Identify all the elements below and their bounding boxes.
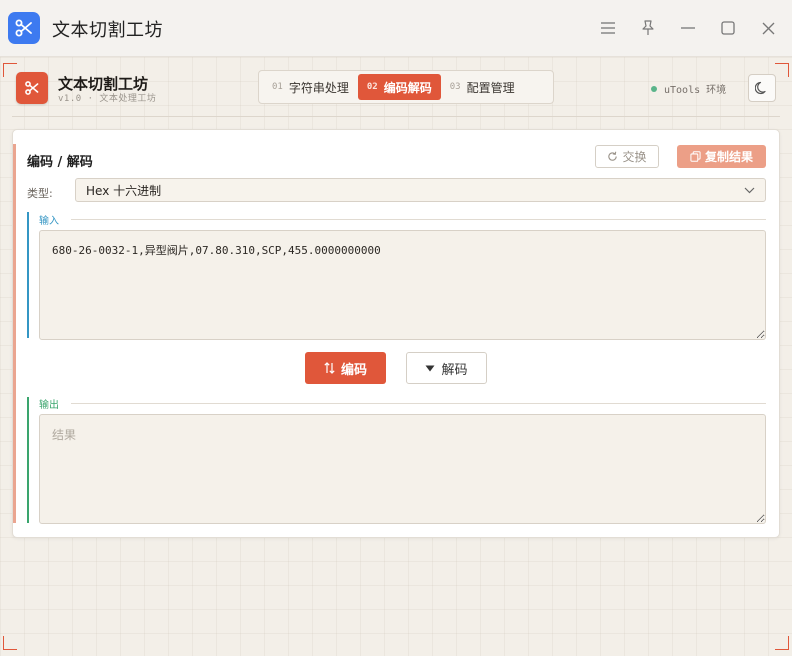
header-divider <box>12 116 780 117</box>
chevron-down-icon <box>744 187 755 193</box>
main-tabs: 01 字符串处理 02 编码解码 03 配置管理 <box>258 70 554 104</box>
tab-label: 字符串处理 <box>288 80 349 95</box>
pin-icon <box>642 20 654 35</box>
env-indicator: uTools 环境 <box>651 81 726 96</box>
minimize-icon <box>681 27 695 29</box>
corner-mark <box>775 63 789 77</box>
window-titlebar: 文本切割工坊 <box>0 0 792 57</box>
corner-mark <box>3 636 17 650</box>
app-icon <box>8 12 40 44</box>
moon-icon <box>755 81 766 95</box>
tab-number: 03 <box>449 82 461 92</box>
type-label: 类型: <box>27 187 53 200</box>
output-section-line <box>71 403 766 404</box>
tab-label: 编码解码 <box>383 80 432 95</box>
menu-button[interactable] <box>597 17 619 39</box>
tab-number: 02 <box>366 82 378 92</box>
close-icon <box>762 22 774 34</box>
menu-icon <box>601 22 615 34</box>
brand-subtitle: v1.0 · 文本处理工坊 <box>58 94 157 104</box>
window-title: 文本切割工坊 <box>52 20 163 41</box>
copy-label: 复制结果 <box>704 150 753 164</box>
output-section-label: 输出 <box>39 400 59 411</box>
decode-label: 解码 <box>441 362 468 378</box>
tab-encode-decode[interactable]: 02 编码解码 <box>357 74 441 100</box>
corner-mark <box>3 63 17 77</box>
decode-button[interactable]: 解码 <box>406 352 487 384</box>
input-section-bar <box>27 212 29 338</box>
main-canvas: 文本切割工坊 v1.0 · 文本处理工坊 01 字符串处理 02 编码解码 03… <box>0 57 792 656</box>
type-selected-value: Hex 十六进制 <box>86 183 162 198</box>
encode-decode-card: 编码 / 解码 交换 复制结果 类型: Hex 十六进制 输入 680-26-0… <box>12 129 780 538</box>
brand-logo <box>16 72 48 104</box>
corner-mark <box>775 636 789 650</box>
input-section-label: 输入 <box>39 216 59 227</box>
pin-button[interactable] <box>637 17 659 39</box>
scissors-icon <box>15 19 32 37</box>
card-title: 编码 / 解码 <box>27 155 93 170</box>
input-section-line <box>71 219 766 220</box>
encode-label: 编码 <box>340 362 367 378</box>
swap-button[interactable]: 交换 <box>595 145 659 168</box>
theme-toggle-button[interactable] <box>748 74 776 102</box>
status-dot <box>651 85 657 92</box>
tab-label: 配置管理 <box>466 80 515 95</box>
refresh-icon <box>608 151 618 161</box>
output-textarea[interactable] <box>39 414 766 524</box>
tab-string-processing[interactable]: 01 字符串处理 <box>263 74 358 100</box>
swap-label: 交换 <box>622 150 647 164</box>
minimize-button[interactable] <box>677 17 699 39</box>
scissors-icon <box>25 81 39 95</box>
type-select[interactable]: Hex 十六进制 <box>75 178 766 202</box>
tab-number: 01 <box>272 82 283 92</box>
encode-button[interactable]: 编码 <box>305 352 386 384</box>
input-textarea[interactable] <box>39 230 766 340</box>
copy-result-button[interactable]: 复制结果 <box>677 145 766 168</box>
tab-config-management[interactable]: 03 配置管理 <box>441 74 524 100</box>
close-button[interactable] <box>757 17 779 39</box>
maximize-icon <box>721 21 735 35</box>
caret-down-icon <box>425 365 435 371</box>
swap-arrows-icon <box>324 362 335 374</box>
copy-icon <box>690 151 701 162</box>
env-label: uTools 环境 <box>664 85 727 96</box>
maximize-button[interactable] <box>717 17 739 39</box>
output-section-bar <box>27 397 29 523</box>
card-accent-bar <box>13 144 16 523</box>
